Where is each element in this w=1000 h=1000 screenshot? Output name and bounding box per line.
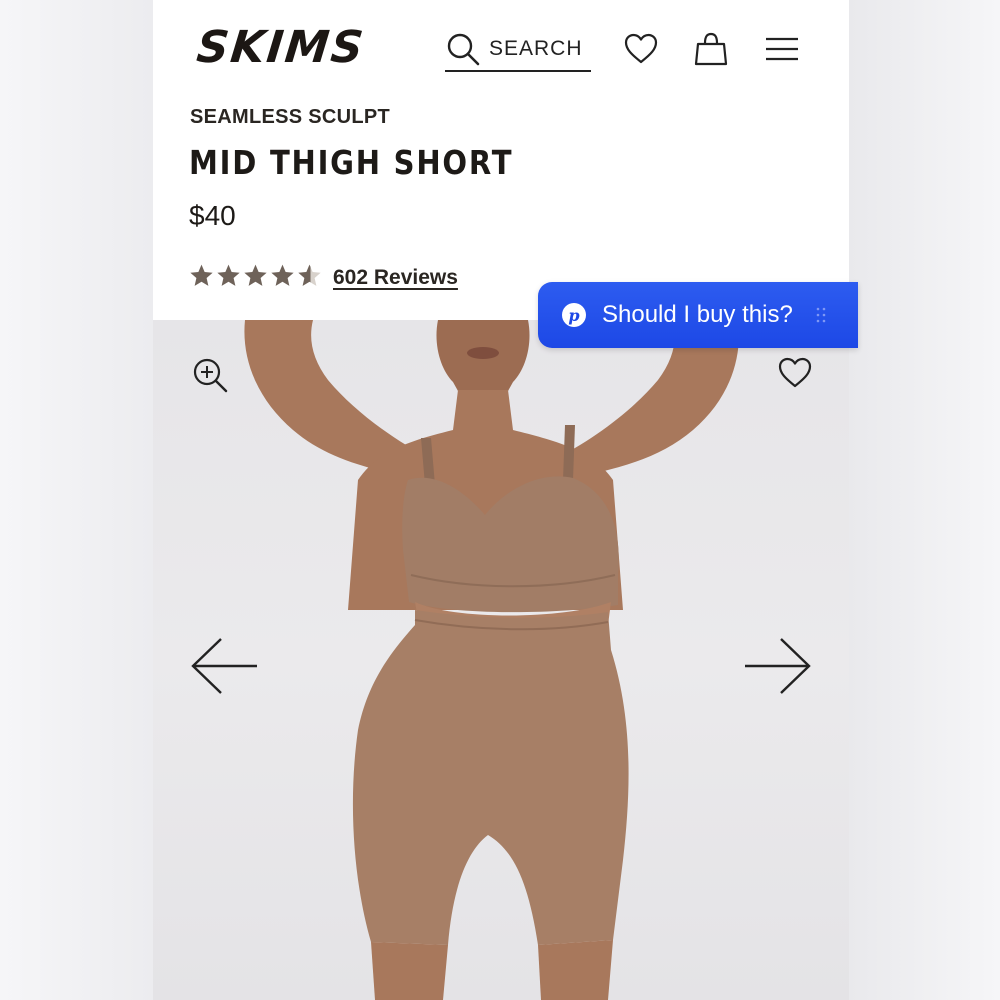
arrow-right-icon[interactable] [743,636,813,696]
bag-icon[interactable] [693,30,729,68]
star-icon [244,264,267,286]
background-right [849,0,1000,1000]
product-title: MID THIGH SHORT [189,143,514,182]
half-star-icon [298,264,321,286]
zoom-in-icon[interactable] [191,356,229,394]
arrow-left-icon[interactable] [189,636,259,696]
favorite-heart-icon[interactable] [777,356,813,390]
search-field[interactable]: SEARCH [445,28,591,72]
heart-icon[interactable] [623,30,659,68]
drag-handle-icon[interactable] [816,306,826,324]
phone-screen: SKIMS SEARCH SEAMLESS SCULPT MID THIGH S… [153,0,849,1000]
background-left [0,0,153,1000]
brand-logo[interactable]: SKIMS [194,20,380,76]
assistant-label: Should I buy this? [602,301,793,328]
product-price: $40 [189,200,236,231]
product-image[interactable] [153,320,849,1000]
star-icon [217,264,240,286]
star-icon [190,264,213,286]
star-rating[interactable] [189,263,322,288]
assistant-logo: p [562,303,586,327]
shopping-assistant-button[interactable]: p Should I buy this? [538,282,858,348]
reviews-link[interactable]: 602 Reviews [333,266,458,290]
product-collection: SEAMLESS SCULPT [190,106,391,128]
search-icon [447,33,480,66]
search-label: SEARCH [489,37,583,60]
star-icon [271,264,294,286]
menu-icon[interactable] [764,30,800,68]
